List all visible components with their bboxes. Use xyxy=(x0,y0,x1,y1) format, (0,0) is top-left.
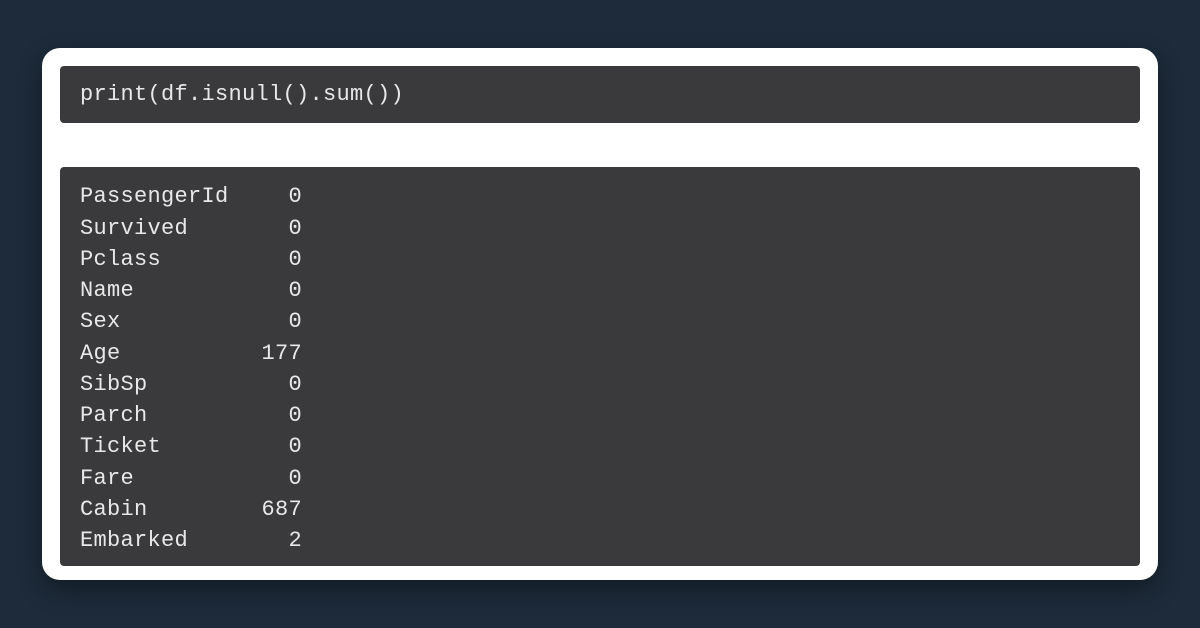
row-value: 0 xyxy=(230,275,302,306)
table-row: Embarked 2 xyxy=(80,525,1120,556)
table-row: Ticket 0 xyxy=(80,431,1120,462)
row-label: Fare xyxy=(80,463,230,494)
table-row: Sex 0 xyxy=(80,306,1120,337)
row-value: 0 xyxy=(230,400,302,431)
row-label: Cabin xyxy=(80,494,230,525)
table-row: Pclass 0 xyxy=(80,244,1120,275)
table-row: Age 177 xyxy=(80,338,1120,369)
row-value: 0 xyxy=(230,213,302,244)
row-label: Name xyxy=(80,275,230,306)
row-value: 0 xyxy=(230,181,302,212)
row-value: 0 xyxy=(230,306,302,337)
notebook-card: print(df.isnull().sum()) PassengerId 0 S… xyxy=(42,48,1158,581)
cell-gap xyxy=(60,123,1140,167)
row-label: Ticket xyxy=(80,431,230,462)
row-label: SibSp xyxy=(80,369,230,400)
table-row: Cabin 687 xyxy=(80,494,1120,525)
table-row: PassengerId 0 xyxy=(80,181,1120,212)
table-row: Parch 0 xyxy=(80,400,1120,431)
table-row: Fare 0 xyxy=(80,463,1120,494)
row-value: 0 xyxy=(230,431,302,462)
output-cell: PassengerId 0 Survived 0 Pclass 0 Name 0… xyxy=(60,167,1140,566)
row-value: 0 xyxy=(230,244,302,275)
table-row: Survived 0 xyxy=(80,213,1120,244)
table-row: Name 0 xyxy=(80,275,1120,306)
row-value: 2 xyxy=(230,525,302,556)
row-label: Parch xyxy=(80,400,230,431)
code-cell: print(df.isnull().sum()) xyxy=(60,66,1140,124)
table-row: SibSp 0 xyxy=(80,369,1120,400)
row-label: Age xyxy=(80,338,230,369)
row-label: Embarked xyxy=(80,525,230,556)
row-value: 177 xyxy=(230,338,302,369)
row-label: PassengerId xyxy=(80,181,230,212)
row-value: 0 xyxy=(230,369,302,400)
row-value: 0 xyxy=(230,463,302,494)
row-label: Pclass xyxy=(80,244,230,275)
code-line: print(df.isnull().sum()) xyxy=(80,82,404,107)
row-label: Sex xyxy=(80,306,230,337)
row-value: 687 xyxy=(230,494,302,525)
row-label: Survived xyxy=(80,213,230,244)
